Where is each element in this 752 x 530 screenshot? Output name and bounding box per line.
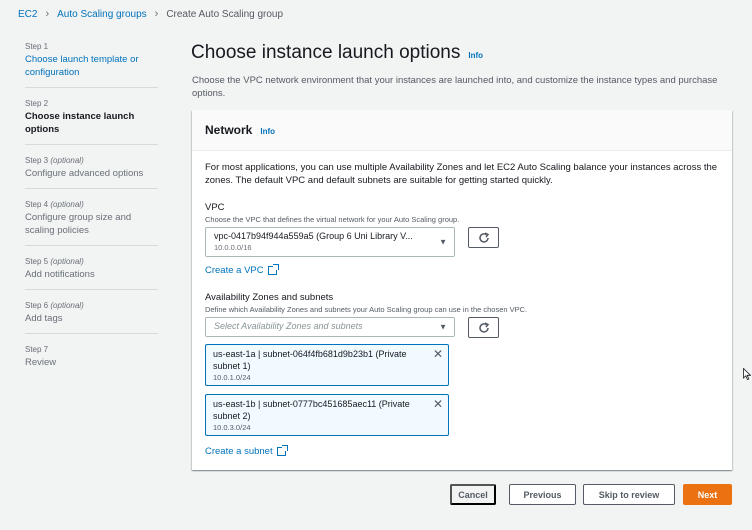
step-number: Step 4	[25, 200, 49, 209]
step-7-title: Review	[25, 357, 57, 368]
network-info-link[interactable]: Info	[260, 127, 275, 136]
step-number: Step 1	[25, 42, 49, 51]
page-description: Choose the VPC network environment that …	[192, 75, 718, 99]
refresh-icon	[478, 321, 489, 333]
subnet-token: us-east-1a | subnet-064f4fb681d9b23b1 (P…	[205, 344, 449, 386]
breadcrumb-ec2[interactable]: EC2	[18, 9, 37, 20]
vpc-label: VPC	[205, 202, 225, 213]
step-number: Step 3	[25, 156, 49, 165]
breadcrumb: EC2 › Auto Scaling groups › Create Auto …	[18, 8, 283, 20]
network-title: Network	[205, 123, 253, 137]
subnet-token-label: us-east-1b | subnet-0777bc451685aec11 (P…	[213, 399, 410, 421]
step-5: Step 5 (optional) Add notifications	[25, 257, 158, 290]
subnet-token-cidr: 10.0.1.0/24	[213, 373, 251, 382]
cancel-button[interactable]: Cancel	[450, 484, 496, 505]
step-1: Step 1 Choose launch template or configu…	[25, 42, 158, 88]
step-1-link[interactable]: Choose launch template or configuration	[25, 53, 158, 79]
wizard-steps: Step 1 Choose launch template or configu…	[25, 42, 158, 388]
network-description: For most applications, you can use multi…	[205, 162, 718, 186]
step-4: Step 4 (optional) Configure group size a…	[25, 200, 158, 246]
skip-to-review-button[interactable]: Skip to review	[583, 484, 675, 505]
vpc-select-value: vpc-0417b94f944a559a5 (Group 6 Uni Libra…	[214, 231, 413, 241]
step-optional: (optional)	[50, 257, 84, 266]
az-hint: Define which Availability Zones and subn…	[205, 305, 528, 314]
chevron-right-icon: ›	[154, 8, 159, 20]
step-optional: (optional)	[50, 301, 84, 310]
create-subnet-text: Create a subnet	[205, 446, 273, 457]
page-title: Choose instance launch options Info	[191, 42, 483, 64]
step-4-title: Configure group size and scaling policie…	[25, 212, 132, 236]
step-2: Step 2 Choose instance launch options	[25, 99, 158, 145]
create-vpc-text: Create a VPC	[205, 265, 264, 276]
vpc-refresh-button[interactable]	[468, 227, 499, 248]
step-number: Step 6	[25, 301, 49, 310]
network-panel-body: For most applications, you can use multi…	[192, 151, 732, 470]
network-panel-header: Network Info	[192, 110, 732, 151]
page-info-link[interactable]: Info	[468, 51, 483, 60]
external-link-icon	[267, 264, 279, 275]
step-7: Step 7 Review	[25, 345, 158, 377]
external-link-icon	[276, 445, 288, 456]
az-label: Availability Zones and subnets	[205, 292, 334, 303]
step-optional: (optional)	[50, 200, 84, 209]
create-vpc-link[interactable]: Create a VPC	[205, 264, 279, 276]
vpc-hint: Choose the VPC that defines the virtual …	[205, 215, 460, 224]
vpc-select[interactable]: vpc-0417b94f944a559a5 (Group 6 Uni Libra…	[205, 227, 455, 257]
step-number: Step 2	[25, 99, 49, 108]
step-6-title: Add tags	[25, 313, 63, 324]
refresh-icon	[478, 231, 489, 243]
az-subnet-select[interactable]: Select Availability Zones and subnets ▼	[205, 317, 455, 337]
breadcrumb-auto-scaling-groups[interactable]: Auto Scaling groups	[57, 9, 147, 20]
close-icon[interactable]: ✕	[433, 348, 443, 360]
step-optional: (optional)	[50, 156, 84, 165]
step-2-title: Choose instance launch options	[25, 111, 135, 135]
step-5-title: Add notifications	[25, 269, 95, 280]
subnet-token-cidr: 10.0.3.0/24	[213, 423, 251, 432]
mouse-pointer-icon	[743, 368, 751, 380]
page-title-text: Choose instance launch options	[191, 42, 461, 63]
az-refresh-button[interactable]	[468, 317, 499, 338]
next-button[interactable]: Next	[683, 484, 732, 505]
network-panel: Network Info For most applications, you …	[192, 110, 732, 470]
caret-down-icon: ▼	[439, 237, 447, 247]
breadcrumb-current: Create Auto Scaling group	[166, 8, 284, 20]
chevron-right-icon: ›	[45, 8, 50, 20]
step-3: Step 3 (optional) Configure advanced opt…	[25, 156, 158, 189]
create-subnet-link[interactable]: Create a subnet	[205, 445, 288, 457]
step-number: Step 5	[25, 257, 49, 266]
step-number: Step 7	[25, 345, 49, 354]
previous-button[interactable]: Previous	[509, 484, 576, 505]
caret-down-icon: ▼	[439, 322, 447, 332]
subnet-token-label: us-east-1a | subnet-064f4fb681d9b23b1 (P…	[213, 349, 407, 371]
close-icon[interactable]: ✕	[433, 398, 443, 410]
step-6: Step 6 (optional) Add tags	[25, 301, 158, 334]
vpc-cidr: 10.0.0.0/16	[214, 243, 252, 252]
step-3-title: Configure advanced options	[25, 168, 144, 179]
subnet-token: us-east-1b | subnet-0777bc451685aec11 (P…	[205, 394, 449, 436]
az-select-placeholder: Select Availability Zones and subnets	[214, 321, 363, 331]
